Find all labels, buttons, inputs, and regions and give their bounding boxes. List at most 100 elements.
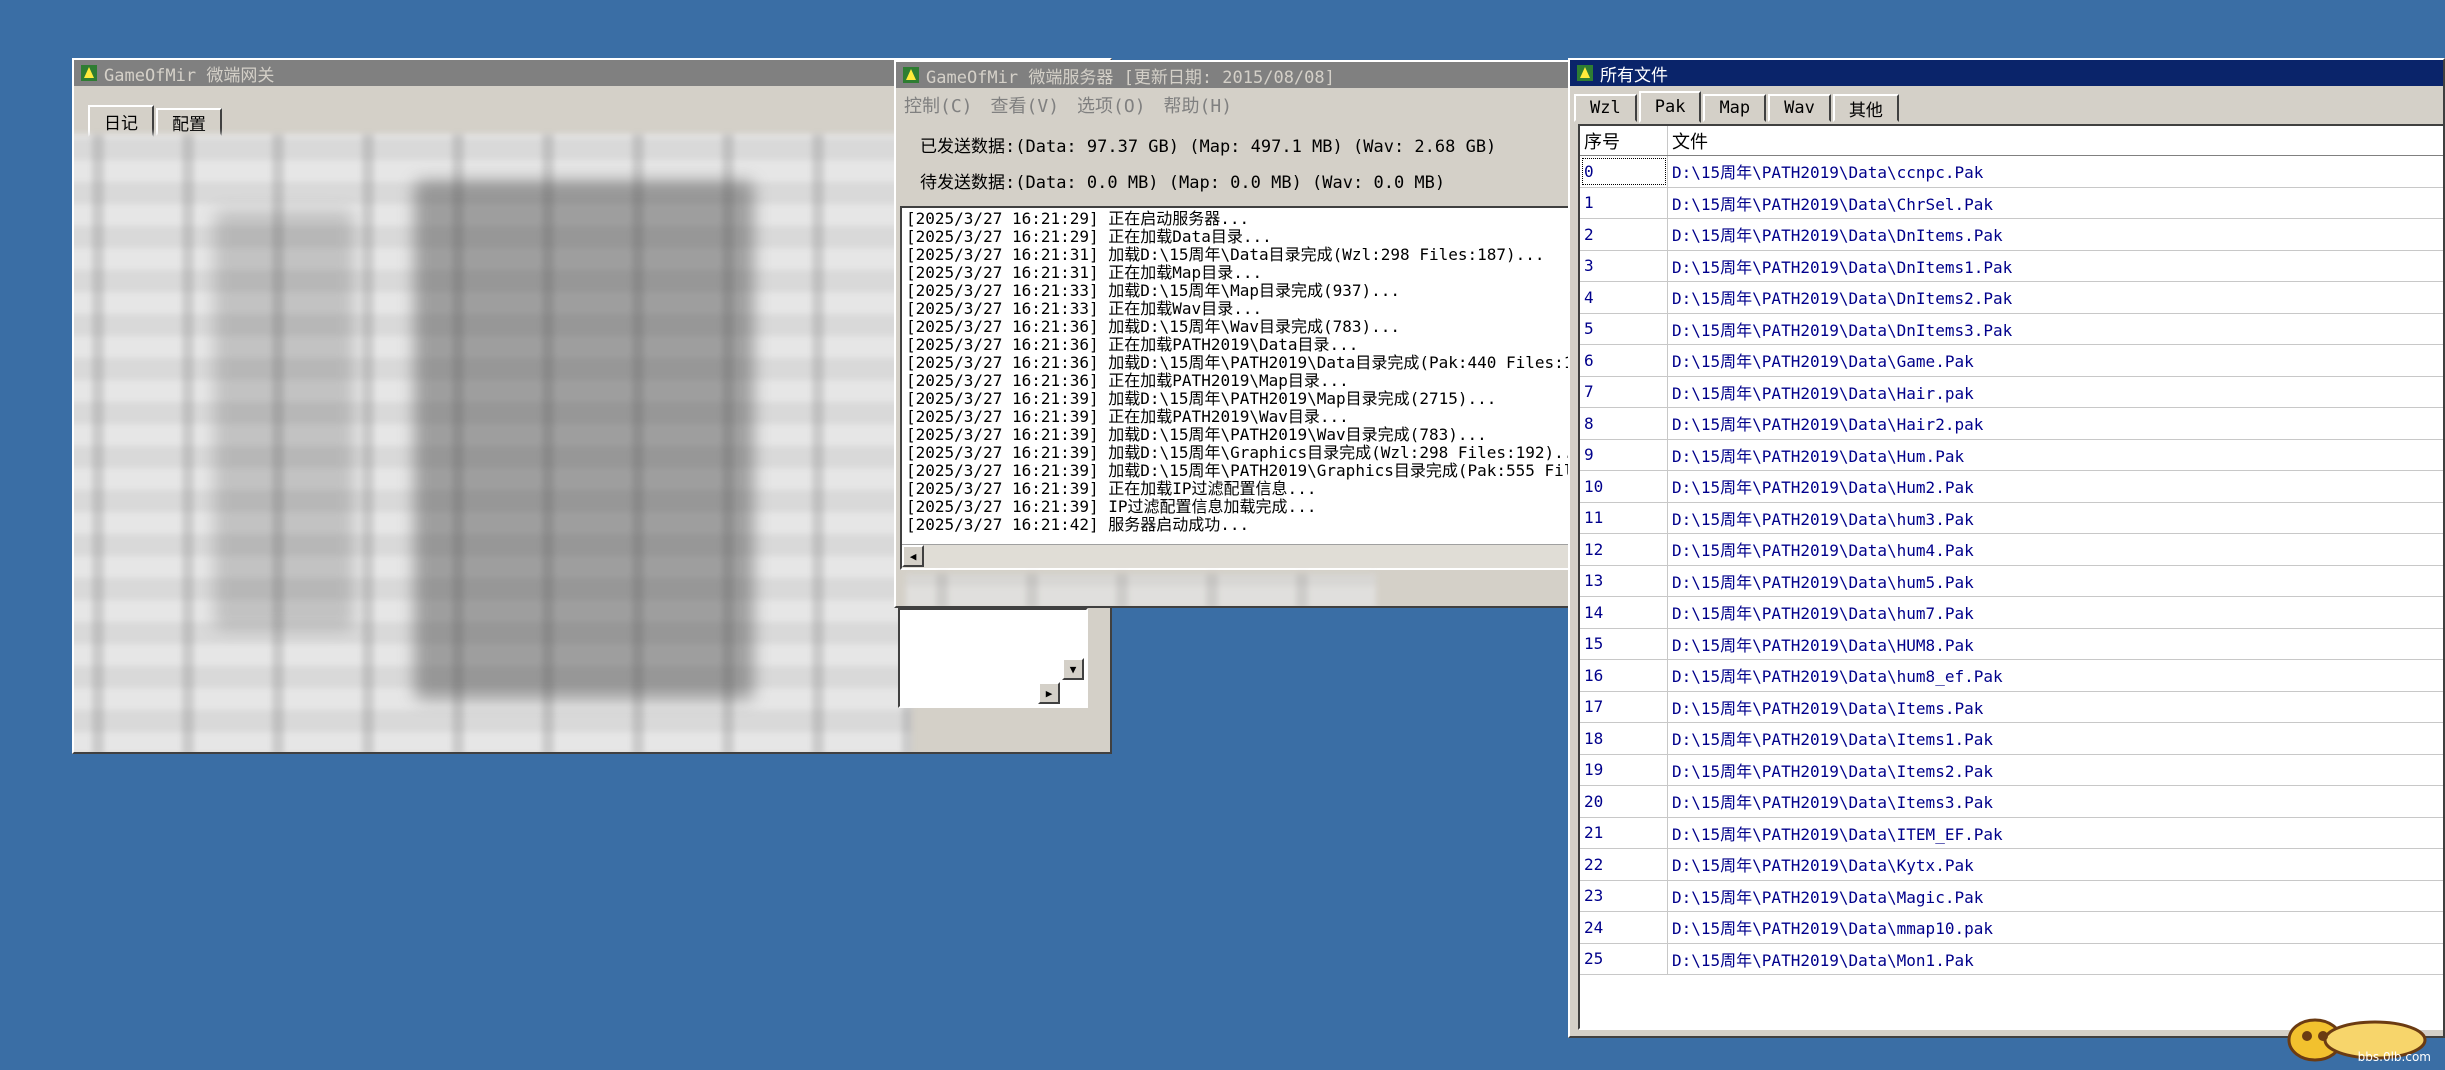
row-file-path: D:\15周年\PATH2019\Data\Game.Pak bbox=[1672, 352, 1974, 372]
scroll-down-button[interactable]: ▼ bbox=[1062, 658, 1084, 680]
table-row[interactable]: 1 D:\15周年\PATH2019\Data\ChrSel.Pak bbox=[1580, 187, 2443, 219]
scroll-left-button[interactable]: ◀ bbox=[902, 545, 924, 567]
table-row[interactable]: 23 D:\15周年\PATH2019\Data\Magic.Pak bbox=[1580, 880, 2443, 912]
sent-data: 已发送数据:(Data: 97.37 GB) (Map: 497.1 MB) (… bbox=[920, 132, 1496, 157]
log-line: [2025/3/27 16:21:31] 正在加载Map目录... bbox=[906, 263, 1263, 282]
menu-options[interactable]: 选项(O) bbox=[1077, 92, 1146, 118]
table-row[interactable]: 15 D:\15周年\PATH2019\Data\HUM8.Pak bbox=[1580, 628, 2443, 660]
server-window: GameOfMir 微端服务器 [更新日期: 2015/08/08] 控制(C)… bbox=[894, 60, 1574, 608]
row-index: 8 bbox=[1580, 408, 1668, 439]
row-file-path: D:\15周年\PATH2019\Data\hum5.Pak bbox=[1672, 572, 1974, 592]
row-file-path: D:\15周年\PATH2019\Data\hum8_ef.Pak bbox=[1672, 667, 2003, 687]
row-file-path: D:\15周年\PATH2019\Data\Hum.Pak bbox=[1672, 446, 1965, 466]
pending-data: 待发送数据:(Data: 0.0 MB) (Map: 0.0 MB) (Wav:… bbox=[920, 168, 1445, 193]
table-row[interactable]: 12 D:\15周年\PATH2019\Data\hum4.Pak bbox=[1580, 534, 2443, 566]
app-icon bbox=[903, 67, 919, 83]
log-line: [2025/3/27 16:21:39] 正在加载PATH2019\Wav目录.… bbox=[906, 407, 1349, 426]
table-row[interactable]: 22 D:\15周年\PATH2019\Data\Kytx.Pak bbox=[1580, 849, 2443, 881]
server-title: GameOfMir 微端服务器 [更新日期: 2015/08/08] bbox=[926, 67, 1335, 88]
row-index: 17 bbox=[1580, 691, 1668, 722]
table-row[interactable]: 11 D:\15周年\PATH2019\Data\hum3.Pak bbox=[1580, 502, 2443, 534]
row-index: 12 bbox=[1580, 534, 1668, 565]
table-row[interactable]: 7 D:\15周年\PATH2019\Data\Hair.pak bbox=[1580, 376, 2443, 408]
column-header-file[interactable]: 文件 bbox=[1668, 126, 2443, 155]
gateway-list-remnant: ▼ ▶ bbox=[898, 608, 1088, 708]
table-row[interactable]: 9 D:\15周年\PATH2019\Data\Hum.Pak bbox=[1580, 439, 2443, 471]
tab-wzl[interactable]: Wzl bbox=[1574, 94, 1637, 122]
row-index: 21 bbox=[1580, 817, 1668, 848]
scroll-right-button[interactable]: ▶ bbox=[1038, 682, 1060, 704]
tab-wav[interactable]: Wav bbox=[1768, 94, 1831, 122]
table-row[interactable]: 24 D:\15周年\PATH2019\Data\mmap10.pak bbox=[1580, 912, 2443, 944]
table-row[interactable]: 16 D:\15周年\PATH2019\Data\hum8_ef.Pak bbox=[1580, 660, 2443, 692]
table-row[interactable]: 10 D:\15周年\PATH2019\Data\Hum2.Pak bbox=[1580, 471, 2443, 503]
app-icon bbox=[81, 65, 97, 81]
log-line: [2025/3/27 16:21:36] 加载D:\15周年\PATH2019\… bbox=[906, 353, 1572, 372]
tab-other[interactable]: 其他 bbox=[1832, 94, 1899, 122]
table-row[interactable]: 0 D:\15周年\PATH2019\Data\ccnpc.Pak bbox=[1580, 156, 2443, 188]
table-row[interactable]: 4 D:\15周年\PATH2019\Data\DnItems2.Pak bbox=[1580, 282, 2443, 314]
row-file-path: D:\15周年\PATH2019\Data\Hum2.Pak bbox=[1672, 478, 1974, 498]
table-row[interactable]: 13 D:\15周年\PATH2019\Data\hum5.Pak bbox=[1580, 565, 2443, 597]
blurred-shadow bbox=[214, 210, 354, 630]
row-index: 20 bbox=[1580, 786, 1668, 817]
menu-view[interactable]: 查看(V) bbox=[991, 92, 1060, 118]
row-index: 4 bbox=[1580, 282, 1668, 313]
table-row[interactable]: 8 D:\15周年\PATH2019\Data\Hair2.pak bbox=[1580, 408, 2443, 440]
row-index: 25 bbox=[1580, 943, 1668, 974]
log-line: [2025/3/27 16:21:39] 加载D:\15周年\PATH2019\… bbox=[906, 389, 1497, 408]
log-line: [2025/3/27 16:21:36] 正在加载PATH2019\Data目录… bbox=[906, 335, 1359, 354]
table-row[interactable]: 25 D:\15周年\PATH2019\Data\Mon1.Pak bbox=[1580, 943, 2443, 975]
log-line: [2025/3/27 16:21:39] 正在加载IP过滤配置信息... bbox=[906, 479, 1317, 498]
server-titlebar[interactable]: GameOfMir 微端服务器 [更新日期: 2015/08/08] bbox=[896, 62, 1572, 88]
table-row[interactable]: 21 D:\15周年\PATH2019\Data\ITEM_EF.Pak bbox=[1580, 817, 2443, 849]
table-row[interactable]: 14 D:\15周年\PATH2019\Data\hum7.Pak bbox=[1580, 597, 2443, 629]
log-line: [2025/3/27 16:21:29] 正在启动服务器... bbox=[906, 209, 1250, 228]
column-header-index[interactable]: 序号 bbox=[1580, 126, 1668, 155]
row-index: 3 bbox=[1580, 250, 1668, 281]
log-lines: [2025/3/27 16:21:29] 正在启动服务器... [2025/3/2… bbox=[902, 208, 1570, 534]
table-row[interactable]: 19 D:\15周年\PATH2019\Data\Items2.Pak bbox=[1580, 754, 2443, 786]
row-index: 16 bbox=[1580, 660, 1668, 691]
file-list-header: 序号 文件 bbox=[1580, 126, 2443, 156]
table-row[interactable]: 18 D:\15周年\PATH2019\Data\Items1.Pak bbox=[1580, 723, 2443, 755]
row-index: 23 bbox=[1580, 880, 1668, 911]
row-file-path: D:\15周年\PATH2019\Data\Hair2.pak bbox=[1672, 415, 1984, 435]
row-index: 7 bbox=[1580, 376, 1668, 407]
row-index: 6 bbox=[1580, 345, 1668, 376]
files-titlebar[interactable]: 所有文件 bbox=[1570, 60, 2443, 86]
gateway-title: GameOfMir 微端网关 bbox=[104, 65, 275, 86]
tab-pak[interactable]: Pak bbox=[1638, 91, 1702, 123]
table-row[interactable]: 6 D:\15周年\PATH2019\Data\Game.Pak bbox=[1580, 345, 2443, 377]
files-window: 所有文件 Wzl Pak Map Wav 其他 序号 文件 0 D:\15周年\P… bbox=[1568, 58, 2445, 1038]
row-file-path: D:\15周年\PATH2019\Data\DnItems1.Pak bbox=[1672, 257, 2013, 277]
log-line: [2025/3/27 16:21:39] 加载D:\15周年\PATH2019\… bbox=[906, 461, 1572, 480]
row-file-path: D:\15周年\PATH2019\Data\Items1.Pak bbox=[1672, 730, 1993, 750]
log-line: [2025/3/27 16:21:31] 加载D:\15周年\Data目录完成(… bbox=[906, 245, 1545, 264]
log-hscrollbar[interactable]: ◀ bbox=[902, 544, 1570, 568]
menu-help[interactable]: 帮助(H) bbox=[1164, 92, 1233, 118]
log-line: [2025/3/27 16:21:39] 加载D:\15周年\PATH2019\… bbox=[906, 425, 1487, 444]
row-file-path: D:\15周年\PATH2019\Data\ChrSel.Pak bbox=[1672, 194, 1993, 214]
table-row[interactable]: 3 D:\15周年\PATH2019\Data\DnItems1.Pak bbox=[1580, 250, 2443, 282]
table-row[interactable]: 2 D:\15周年\PATH2019\Data\DnItems.Pak bbox=[1580, 219, 2443, 251]
row-index: 11 bbox=[1580, 502, 1668, 533]
app-icon bbox=[1577, 65, 1593, 81]
pending-value: (Data: 0.0 MB) (Map: 0.0 MB) (Wav: 0.0 M… bbox=[1015, 173, 1446, 193]
row-index: 10 bbox=[1580, 471, 1668, 502]
tab-log[interactable]: 日记 bbox=[88, 105, 154, 137]
row-file-path: D:\15周年\PATH2019\Data\Items2.Pak bbox=[1672, 761, 1993, 781]
row-index: 14 bbox=[1580, 597, 1668, 628]
table-row[interactable]: 20 D:\15周年\PATH2019\Data\Items3.Pak bbox=[1580, 786, 2443, 818]
tab-config[interactable]: 配置 bbox=[156, 108, 222, 136]
row-file-path: D:\15周年\PATH2019\Data\DnItems2.Pak bbox=[1672, 289, 2013, 309]
sent-value: (Data: 97.37 GB) (Map: 497.1 MB) (Wav: 2… bbox=[1015, 137, 1497, 157]
menu-control[interactable]: 控制(C) bbox=[904, 92, 973, 118]
server-log[interactable]: [2025/3/27 16:21:29] 正在启动服务器... [2025/3/2… bbox=[900, 206, 1572, 570]
row-file-path: D:\15周年\PATH2019\Data\ccnpc.Pak bbox=[1672, 163, 1984, 183]
file-list[interactable]: 序号 文件 0 D:\15周年\PATH2019\Data\ccnpc.Pak 1 D… bbox=[1578, 124, 2443, 1030]
table-row[interactable]: 5 D:\15周年\PATH2019\Data\DnItems3.Pak bbox=[1580, 313, 2443, 345]
row-file-path: D:\15周年\PATH2019\Data\Hair.pak bbox=[1672, 383, 1974, 403]
table-row[interactable]: 17 D:\15周年\PATH2019\Data\Items.Pak bbox=[1580, 691, 2443, 723]
tab-map[interactable]: Map bbox=[1703, 94, 1767, 122]
